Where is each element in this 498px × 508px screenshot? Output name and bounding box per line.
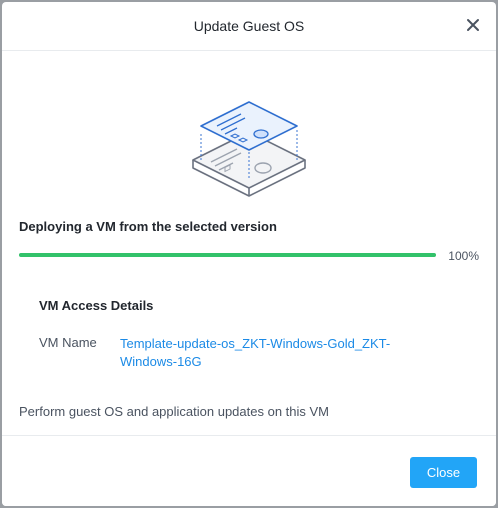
vm-access-details-heading: VM Access Details [39,298,154,313]
vm-name-label: VM Name [39,335,97,350]
dialog-body: Deploying a VM from the selected version… [2,52,496,435]
deploy-progress-bar [19,253,436,257]
update-guest-os-dialog: Update Guest OS Deploying a VM from the … [2,2,496,506]
deploy-progress-fill [19,253,436,257]
deploy-progress-percent: 100% [448,249,479,263]
close-button[interactable]: Close [410,457,477,488]
update-instructions-text: Perform guest OS and application updates… [19,404,330,419]
dialog-title: Update Guest OS [193,18,305,34]
vm-deploy-illustration-icon [192,101,306,197]
deploy-status-text: Deploying a VM from the selected version [19,219,277,234]
vm-name-link[interactable]: Template-update-os_ZKT-Windows-Gold_ZKT-… [120,335,440,371]
close-icon[interactable] [464,16,482,34]
dialog-footer: Close [2,435,496,506]
dialog-header: Update Guest OS [2,2,496,51]
